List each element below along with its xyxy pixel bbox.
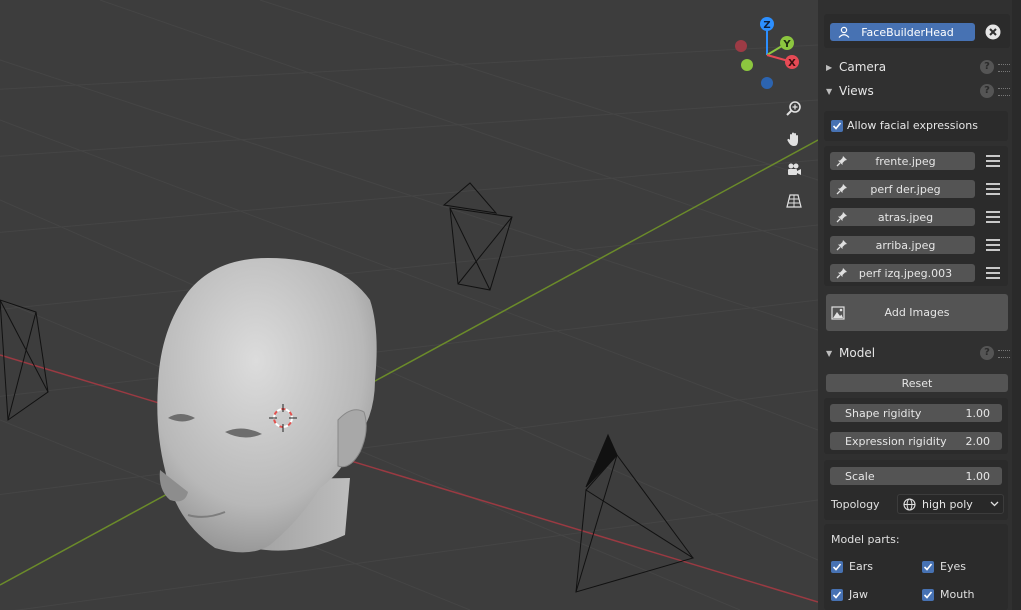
panel-tab-strip[interactable] <box>1012 0 1021 610</box>
topology-select[interactable]: high poly <box>897 494 1004 514</box>
pin-icon[interactable] <box>836 183 848 195</box>
allow-expressions-checkbox[interactable]: Allow facial expressions <box>831 119 978 132</box>
image-icon <box>831 306 845 320</box>
menu-icon[interactable] <box>984 152 1002 170</box>
camera-view-icon[interactable] <box>783 159 805 181</box>
camera-wireframe-1[interactable] <box>442 182 513 291</box>
help-icon[interactable]: ? <box>980 346 994 360</box>
image-item-2[interactable]: perf der.jpeg <box>830 180 975 198</box>
scale-label: Scale <box>845 469 875 483</box>
jaw-label: Jaw <box>849 588 868 601</box>
views-section-label: Views <box>839 84 874 98</box>
checkmark-icon <box>922 560 934 573</box>
allow-expressions-label: Allow facial expressions <box>847 119 978 132</box>
pan-hand-icon[interactable] <box>783 128 805 150</box>
drag-grip-icon[interactable] <box>998 350 1010 358</box>
gizmo-y-label: Y <box>782 39 791 50</box>
expression-rigidity-label: Expression rigidity <box>845 434 947 448</box>
zoom-icon[interactable] <box>783 97 805 119</box>
pin-icon[interactable] <box>836 155 848 167</box>
image-item-label: frente.jpeg <box>875 154 936 168</box>
scene-canvas[interactable]: Z Y X <box>0 0 818 610</box>
help-icon[interactable]: ? <box>980 84 994 98</box>
mouth-label: Mouth <box>940 588 975 601</box>
collapse-arrow-icon: ▼ <box>826 348 833 358</box>
navigation-gizmo[interactable]: Z Y X <box>735 17 799 89</box>
head-model[interactable] <box>157 258 377 553</box>
views-section-header[interactable]: ▼ Views ? <box>818 80 1012 102</box>
eyes-label: Eyes <box>940 560 966 573</box>
camera-wireframe-3[interactable] <box>575 433 695 593</box>
add-images-button[interactable]: Add Images <box>826 294 1008 331</box>
scale-slider[interactable]: Scale 1.00 <box>830 467 1002 485</box>
topology-label: Topology <box>831 498 880 511</box>
ears-checkbox[interactable]: Ears <box>831 560 873 573</box>
model-section-label: Model <box>839 346 876 360</box>
camera-wireframe-2[interactable] <box>0 299 49 421</box>
image-item-5[interactable]: perf izq.jpeg.003 <box>830 264 975 282</box>
reset-label: Reset <box>901 376 933 390</box>
neg-z-axis-dot <box>761 77 773 89</box>
checkmark-icon <box>831 560 843 573</box>
menu-icon[interactable] <box>984 264 1002 282</box>
shape-rigidity-value: 1.00 <box>965 406 991 420</box>
image-item-label: perf der.jpeg <box>870 182 941 196</box>
image-item-label: arriba.jpeg <box>875 238 936 252</box>
model-parts-label: Model parts: <box>831 533 900 546</box>
drag-grip-icon[interactable] <box>998 88 1010 96</box>
image-item-4[interactable]: arriba.jpeg <box>830 236 975 254</box>
eyes-checkbox[interactable]: Eyes <box>922 560 966 573</box>
user-icon <box>838 26 850 38</box>
model-section-header[interactable]: ▼ Model ? <box>818 342 1012 364</box>
menu-icon[interactable] <box>984 208 1002 226</box>
chevron-down-icon <box>990 501 999 507</box>
menu-icon[interactable] <box>984 180 1002 198</box>
image-item-1[interactable]: frente.jpeg <box>830 152 975 170</box>
checkmark-icon <box>922 588 934 601</box>
expression-rigidity-slider[interactable]: Expression rigidity 2.00 <box>830 432 1002 450</box>
checkmark-icon <box>831 588 843 601</box>
object-field[interactable]: FaceBuilderHead <box>830 23 975 41</box>
topology-value: high poly <box>922 497 973 511</box>
gizmo-z-label: Z <box>763 20 770 31</box>
y-axis-line <box>0 139 818 586</box>
menu-icon[interactable] <box>984 236 1002 254</box>
reset-button[interactable]: Reset <box>826 374 1008 392</box>
globe-icon <box>903 497 916 511</box>
add-images-label: Add Images <box>884 306 950 319</box>
pin-icon[interactable] <box>836 211 848 223</box>
3d-viewport[interactable]: Z Y X <box>0 0 818 610</box>
facebuilder-panel: FaceBuilderHead ▶ Camera ? ▼ Views ? All… <box>818 0 1012 610</box>
neg-x-axis-dot <box>735 40 747 52</box>
drag-grip-icon[interactable] <box>998 64 1010 72</box>
shape-rigidity-label: Shape rigidity <box>845 406 922 420</box>
camera-section-label: Camera <box>839 60 887 74</box>
neg-y-axis-dot <box>741 59 753 71</box>
scale-value: 1.00 <box>965 469 991 483</box>
expression-rigidity-value: 2.00 <box>965 434 991 448</box>
perspective-grid-icon[interactable] <box>783 190 805 212</box>
image-item-label: perf izq.jpeg.003 <box>858 266 953 280</box>
image-item-3[interactable]: atras.jpeg <box>830 208 975 226</box>
expand-arrow-icon: ▶ <box>826 62 833 72</box>
ears-label: Ears <box>849 560 873 573</box>
pin-icon[interactable] <box>836 267 848 279</box>
collapse-arrow-icon: ▼ <box>826 86 833 96</box>
mouth-checkbox[interactable]: Mouth <box>922 588 974 601</box>
help-icon[interactable]: ? <box>980 60 994 74</box>
gizmo-x-label: X <box>788 58 796 69</box>
object-name: FaceBuilderHead <box>861 25 954 39</box>
camera-section-header[interactable]: ▶ Camera ? <box>818 56 1012 78</box>
jaw-checkbox[interactable]: Jaw <box>831 588 868 601</box>
image-item-label: atras.jpeg <box>877 210 934 224</box>
shape-rigidity-slider[interactable]: Shape rigidity 1.00 <box>830 404 1002 422</box>
close-icon[interactable] <box>983 23 1003 41</box>
checkmark-icon <box>831 119 843 132</box>
pin-icon[interactable] <box>836 239 848 251</box>
